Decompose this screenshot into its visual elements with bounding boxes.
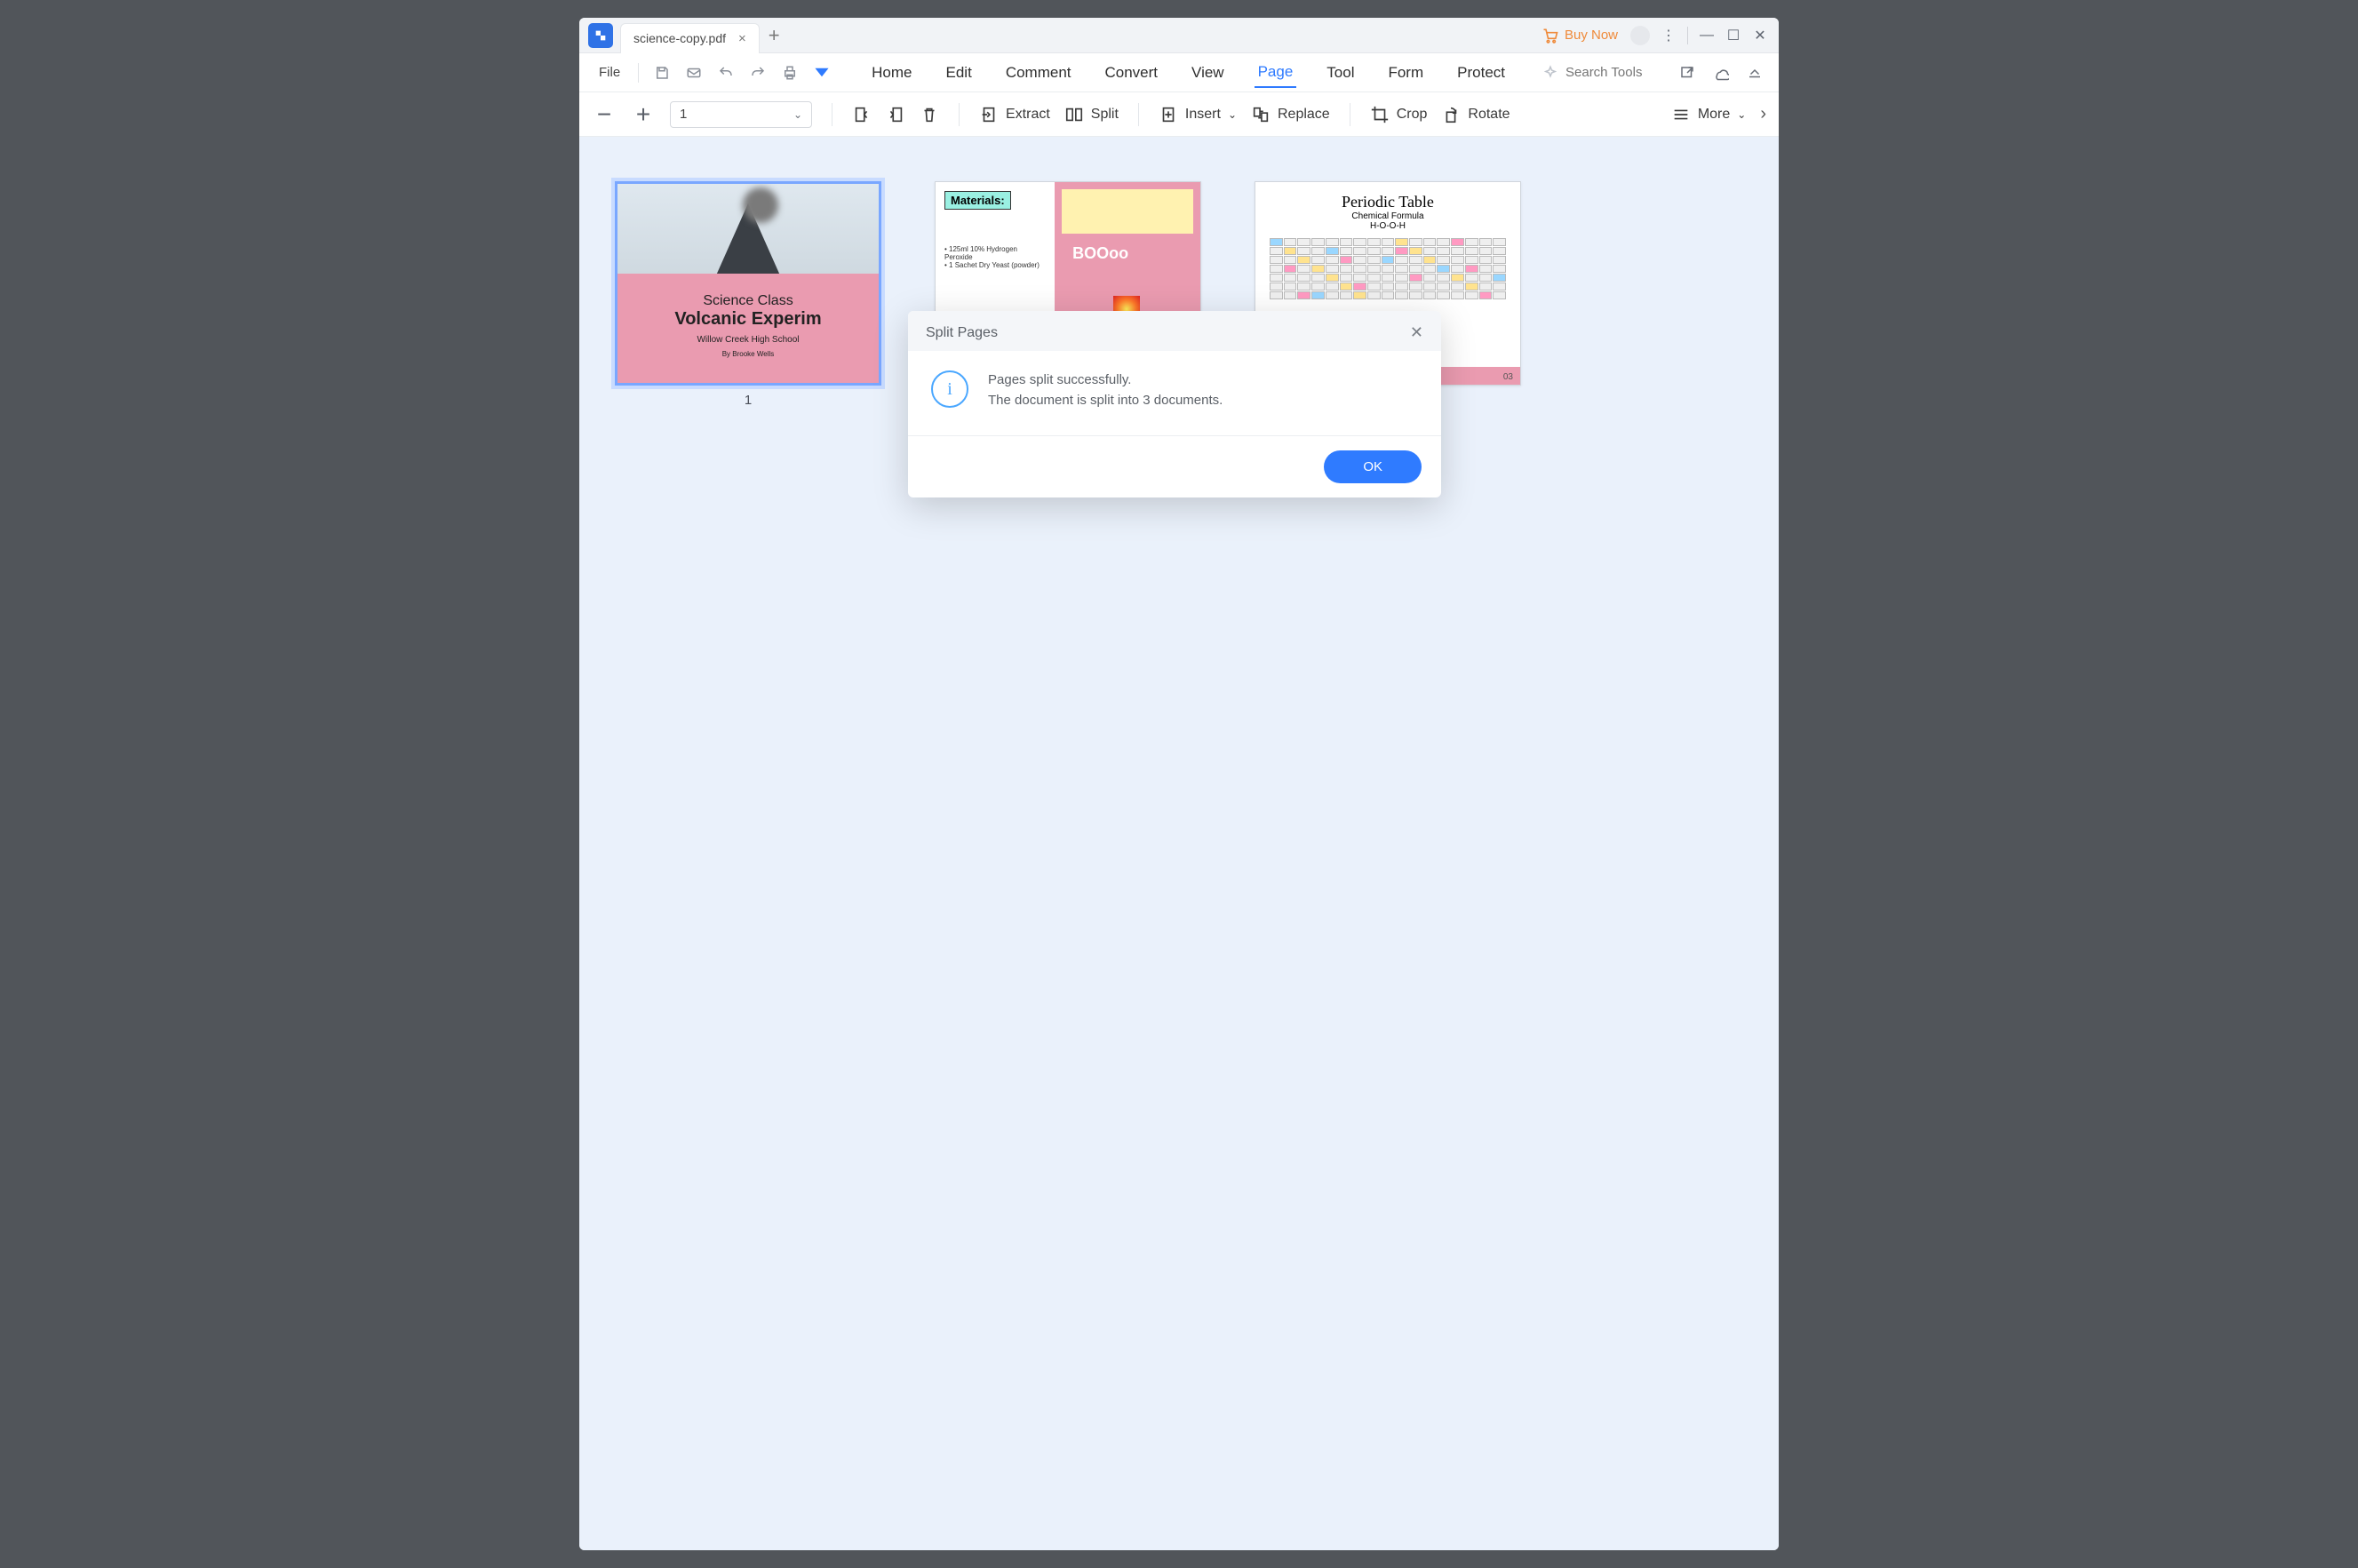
delete-page-icon[interactable] (920, 105, 939, 124)
overflow-right-icon[interactable]: › (1760, 104, 1766, 124)
search-tools-input[interactable] (1565, 65, 1654, 80)
tab-form[interactable]: Form (1384, 59, 1427, 87)
split-label: Split (1091, 107, 1119, 123)
dialog-header: Split Pages ✕ (908, 311, 1441, 351)
rotate-button[interactable]: Rotate (1441, 105, 1510, 124)
thumb1-line1: Science Class (617, 293, 879, 309)
undo-icon[interactable] (713, 60, 738, 85)
thumb1-line2: Volcanic Experim (617, 309, 879, 330)
tab-protect[interactable]: Protect (1454, 59, 1509, 87)
dialog-line2: The document is split into 3 documents. (988, 391, 1223, 411)
zoom-out-button[interactable]: − (592, 100, 617, 129)
page-toolbar: − + 1 ⌄ Extract Split Insert ⌄ Replace Cr… (579, 92, 1779, 137)
tab-edit[interactable]: Edit (943, 59, 976, 87)
cart-icon (1541, 27, 1559, 44)
document-tab[interactable]: science-copy.pdf × (620, 23, 760, 53)
thumb3-title: Periodic Table (1270, 193, 1506, 211)
minimize-window-icon[interactable]: — (1693, 22, 1720, 49)
menu-bar: File Home Edit Comment Convert View Page… (579, 53, 1779, 92)
tab-page[interactable]: Page (1255, 58, 1297, 88)
bullet-2: • 1 Sachet Dry Yeast (powder) (944, 261, 1046, 269)
page-number-value: 1 (680, 107, 687, 122)
tab-comment[interactable]: Comment (1002, 59, 1075, 87)
redo-icon[interactable] (745, 60, 770, 85)
kebab-menu-icon[interactable]: ⋮ (1655, 22, 1682, 49)
buy-now-button[interactable]: Buy Now (1541, 27, 1618, 44)
app-logo-icon (588, 23, 613, 48)
chevron-down-icon: ⌄ (1737, 108, 1746, 121)
app-window: science-copy.pdf × + Buy Now ⋮ — ☐ ✕ Fil… (579, 18, 1779, 1550)
page-number-selector[interactable]: 1 ⌄ (670, 101, 812, 128)
page-left-icon[interactable] (852, 105, 872, 124)
main-tabs: Home Edit Comment Convert View Page Tool… (841, 58, 1535, 88)
rotate-label: Rotate (1468, 107, 1510, 123)
divider (1687, 27, 1688, 44)
split-button[interactable]: Split (1064, 105, 1119, 124)
materials-heading: Materials: (944, 191, 1011, 210)
divider (959, 103, 960, 126)
more-button[interactable]: More ⌄ (1671, 105, 1747, 124)
tab-tool[interactable]: Tool (1323, 59, 1358, 87)
collapse-ribbon-icon[interactable] (1743, 61, 1766, 84)
tab-convert[interactable]: Convert (1102, 59, 1162, 87)
quick-tools-dropdown-icon[interactable] (809, 60, 834, 85)
divider (1138, 103, 1139, 126)
extract-label: Extract (1006, 107, 1050, 123)
dialog-message: Pages split successfully. The document i… (988, 370, 1223, 410)
file-menu[interactable]: File (592, 61, 627, 84)
title-bar: science-copy.pdf × + Buy Now ⋮ — ☐ ✕ (579, 18, 1779, 53)
dialog-ok-button[interactable]: OK (1324, 450, 1422, 483)
close-tab-icon[interactable]: × (738, 31, 746, 46)
new-tab-button[interactable]: + (769, 26, 780, 45)
chevron-down-icon: ⌄ (1228, 108, 1237, 121)
thumb3-subtitle: Chemical Formula (1270, 211, 1506, 221)
thumb1-line4: By Brooke Wells (617, 350, 879, 358)
sparkle-icon (1542, 65, 1558, 81)
page-thumbnail-1[interactable]: Science Class Volcanic Experim Willow Cr… (615, 181, 881, 408)
save-icon[interactable] (649, 60, 674, 85)
close-window-icon[interactable]: ✕ (1747, 22, 1773, 49)
replace-button[interactable]: Replace (1251, 105, 1330, 124)
periodic-table-grid (1270, 238, 1506, 299)
share-icon[interactable] (1676, 61, 1699, 84)
crop-label: Crop (1397, 107, 1428, 123)
search-tools[interactable] (1542, 65, 1654, 81)
thumbnail-preview: Science Class Volcanic Experim Willow Cr… (615, 181, 881, 386)
divider (638, 63, 639, 83)
bullet-1: • 125ml 10% Hydrogen Peroxide (944, 245, 1046, 261)
print-icon[interactable] (777, 60, 802, 85)
page-number-label: 1 (745, 393, 752, 408)
split-pages-dialog: Split Pages ✕ i Pages split successfully… (908, 311, 1441, 497)
page-right-icon[interactable] (886, 105, 905, 124)
more-label: More (1698, 107, 1730, 123)
zoom-in-button[interactable]: + (631, 100, 656, 129)
info-icon: i (931, 370, 968, 408)
insert-label: Insert (1185, 107, 1221, 123)
dialog-close-icon[interactable]: ✕ (1410, 323, 1423, 342)
thumb1-line3: Willow Creek High School (617, 335, 879, 345)
dialog-title: Split Pages (926, 325, 998, 341)
chevron-down-icon: ⌄ (793, 108, 802, 121)
user-avatar[interactable] (1630, 26, 1650, 45)
cloud-sync-icon[interactable] (1709, 61, 1733, 84)
boo-text: BOOoo (1072, 244, 1128, 263)
thumb3-formula: H-O-O-H (1270, 221, 1506, 231)
crop-button[interactable]: Crop (1370, 105, 1428, 124)
tab-view[interactable]: View (1188, 59, 1228, 87)
dialog-line1: Pages split successfully. (988, 370, 1223, 391)
menubar-right-actions (1676, 61, 1766, 84)
buy-now-label: Buy Now (1565, 28, 1618, 43)
thumb3-pagenum: 03 (1503, 372, 1513, 382)
maximize-window-icon[interactable]: ☐ (1720, 22, 1747, 49)
tab-home[interactable]: Home (868, 59, 915, 87)
extract-button[interactable]: Extract (979, 105, 1050, 124)
replace-label: Replace (1278, 107, 1330, 123)
document-tab-label: science-copy.pdf (633, 31, 726, 45)
insert-button[interactable]: Insert ⌄ (1159, 105, 1237, 124)
mail-icon[interactable] (681, 60, 706, 85)
